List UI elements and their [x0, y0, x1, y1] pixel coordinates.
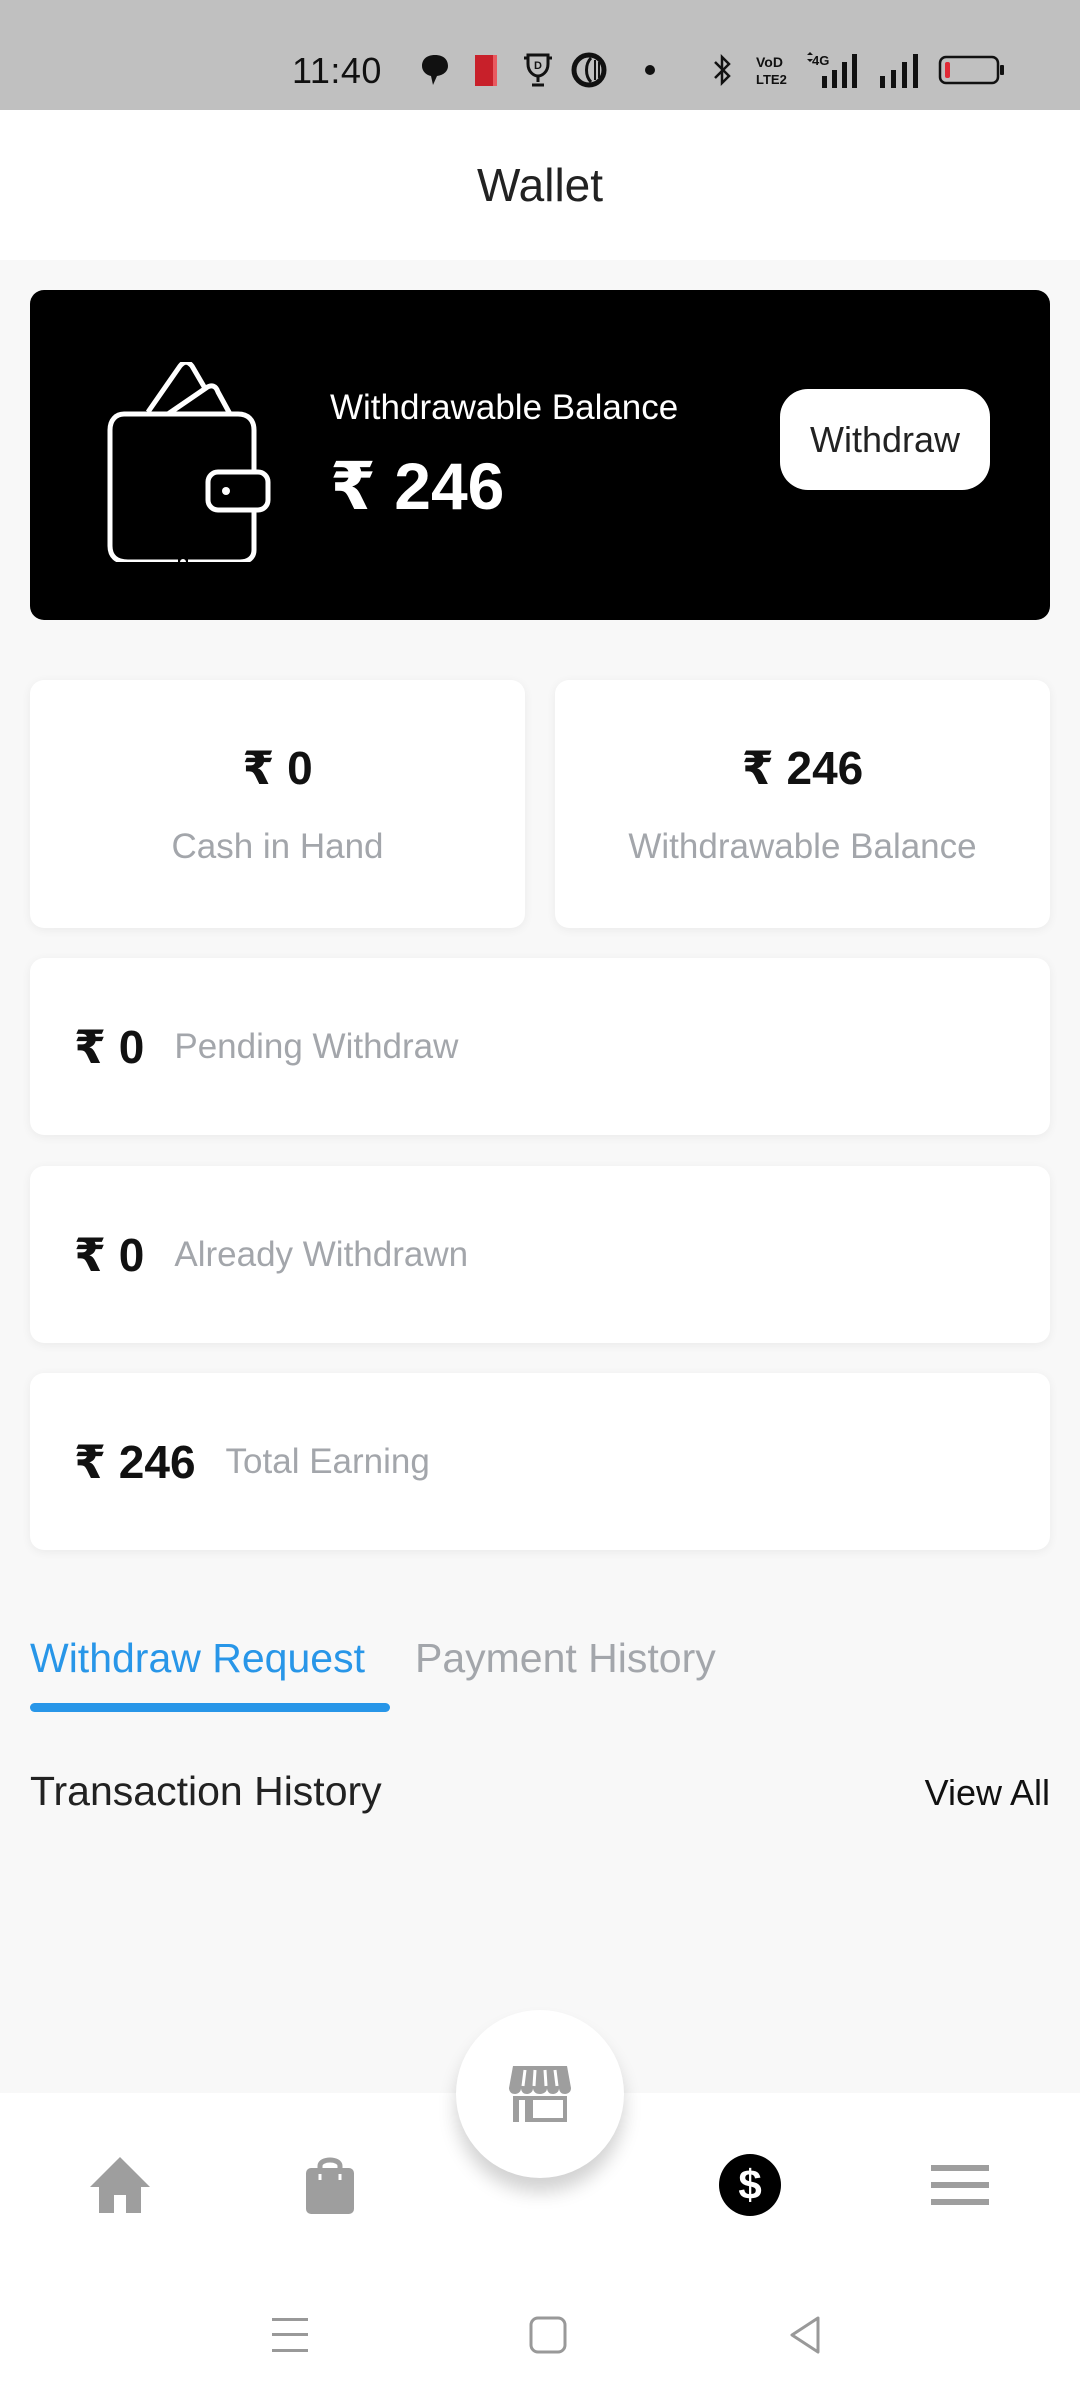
store-icon: [509, 2066, 571, 2122]
menu-icon: [931, 2165, 989, 2205]
page-title: Wallet: [476, 159, 604, 211]
history-tabs: Withdraw Request Payment History: [30, 1618, 766, 1713]
balance-label: Withdrawable Balance: [330, 388, 679, 427]
view-all-link[interactable]: View All: [925, 1772, 1050, 1814]
battery-low-icon: [938, 52, 1006, 88]
app-header: Wallet: [0, 110, 1080, 260]
stat-card-total-earning: ₹ 246 Total Earning: [30, 1373, 1050, 1550]
balance-amount: ₹ 246: [330, 449, 505, 523]
stat-card-already-withdrawn: ₹ 0 Already Withdrawn: [30, 1166, 1050, 1343]
nav-store-fab[interactable]: [456, 2010, 624, 2178]
cricket-ball-icon: [570, 52, 608, 88]
stat-card-withdrawable-balance: ₹ 246 Withdrawable Balance: [555, 680, 1050, 928]
tab-payment-history[interactable]: Payment History: [415, 1618, 766, 1698]
home-icon: [90, 2157, 150, 2213]
withdrawable-balance-card: Withdrawable Balance ₹ 246 Withdraw: [30, 290, 1050, 620]
nav-wallet[interactable]: $: [705, 2140, 795, 2230]
4g-signal-icon: 4G: [804, 52, 864, 88]
svg-text:$: $: [738, 2161, 761, 2208]
stat-amount: ₹ 0: [242, 742, 313, 794]
bluetooth-icon: [710, 52, 734, 88]
stat-card-pending-withdraw: ₹ 0 Pending Withdraw: [30, 958, 1050, 1135]
nav-orders[interactable]: [285, 2140, 375, 2230]
status-bar: 11:40 D VoD LTE2 4G: [0, 0, 1080, 110]
svg-text:VoD: VoD: [756, 54, 783, 70]
stat-label: Total Earning: [225, 1441, 430, 1481]
dot-icon: [640, 52, 660, 88]
signal-icon: [878, 52, 924, 88]
withdraw-button[interactable]: Withdraw: [780, 389, 990, 490]
svg-text:LTE2: LTE2: [756, 72, 787, 87]
transaction-history-title: Transaction History: [30, 1768, 382, 1814]
svg-text:4G: 4G: [812, 53, 829, 68]
system-recents-button[interactable]: [260, 2310, 320, 2360]
trophy-icon: D: [520, 52, 556, 88]
stat-label: Withdrawable Balance: [628, 827, 977, 866]
stat-card-cash-in-hand: ₹ 0 Cash in Hand: [30, 680, 525, 928]
system-home-button[interactable]: [518, 2310, 578, 2360]
stat-label: Already Withdrawn: [174, 1234, 469, 1274]
chat-bubble-icon: [418, 52, 452, 88]
red-app-icon: [472, 52, 500, 88]
shopping-bag-icon: [306, 2157, 354, 2214]
stat-amount: ₹ 0: [74, 1228, 145, 1281]
nav-home[interactable]: [75, 2140, 165, 2230]
status-time: 11:40: [292, 50, 382, 91]
svg-text:D: D: [534, 60, 542, 72]
stat-amount: ₹ 246: [74, 1435, 196, 1488]
system-back-button[interactable]: [776, 2310, 836, 2360]
dollar-icon: $: [719, 2154, 781, 2216]
wallet-icon: [107, 362, 271, 562]
home-square-icon: [529, 2316, 567, 2354]
recents-icon: [272, 2318, 308, 2352]
stat-label: Pending Withdraw: [174, 1026, 459, 1066]
volte-icon: VoD LTE2: [754, 52, 794, 88]
tab-withdraw-request[interactable]: Withdraw Request: [30, 1618, 415, 1698]
stat-label: Cash in Hand: [171, 827, 384, 866]
stat-amount: ₹ 246: [741, 742, 864, 794]
active-tab-indicator: [30, 1703, 390, 1712]
stat-amount: ₹ 0: [74, 1020, 145, 1073]
nav-menu[interactable]: [915, 2140, 1005, 2230]
back-icon: [790, 2316, 820, 2354]
